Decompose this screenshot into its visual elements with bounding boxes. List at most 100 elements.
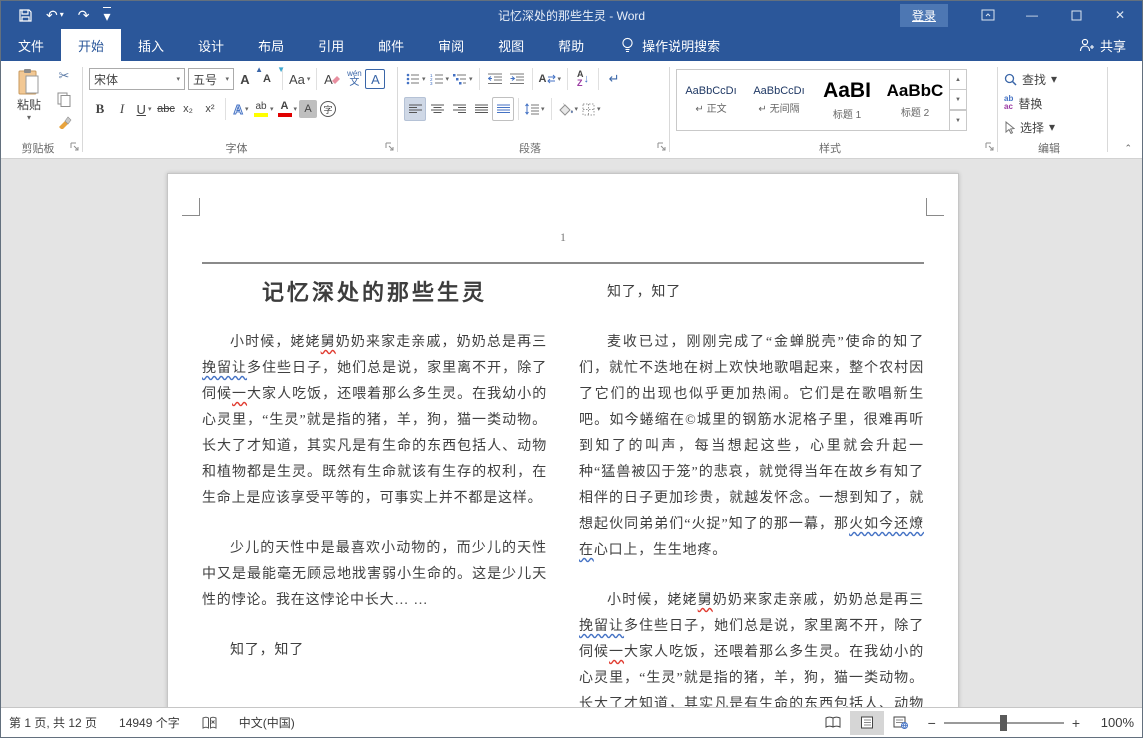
style-heading1[interactable]: AaBI 标题 1 bbox=[813, 70, 881, 130]
maximize-icon[interactable] bbox=[1054, 1, 1098, 29]
document-workspace: 1 记忆深处的那些生灵 小时候，姥姥舅奶奶来家走亲戚，奶奶总是再三挽留让多住些日… bbox=[1, 159, 1142, 708]
tab-design[interactable]: 设计 bbox=[181, 29, 241, 61]
select-button[interactable]: 选择▾ bbox=[1004, 116, 1104, 138]
word-window: ↶▾ ↷ ▾ 记忆深处的那些生灵 - Word 登录 — ✕ 文件 开始 插入 … bbox=[0, 0, 1143, 738]
page-indicator[interactable]: 第 1 页, 共 12 页 bbox=[9, 714, 97, 731]
underline-button[interactable]: U▾ bbox=[133, 97, 155, 121]
font-name-combo[interactable]: 宋体▾ bbox=[89, 68, 185, 90]
distribute-button[interactable] bbox=[492, 97, 514, 121]
paragraph-group: ▾ 123▾ ▾ A▾ AZ↓ ↵ bbox=[398, 61, 670, 158]
change-case-button[interactable]: Aa▾ bbox=[287, 67, 312, 91]
share-button[interactable]: 共享 bbox=[1063, 29, 1142, 61]
align-center-button[interactable] bbox=[426, 97, 448, 121]
tab-mailings[interactable]: 邮件 bbox=[361, 29, 421, 61]
column-left[interactable]: 记忆深处的那些生灵 小时候，姥姥舅奶奶来家走亲戚，奶奶总是再三挽留让多住些日子，… bbox=[202, 280, 547, 688]
window-controls: 登录 — ✕ bbox=[900, 1, 1142, 29]
paragraph: 知了，知了 bbox=[202, 638, 547, 664]
phonetic-guide-button[interactable]: wén 文 bbox=[343, 67, 365, 91]
print-layout-icon[interactable] bbox=[850, 711, 884, 735]
shading-button[interactable]: ▾ bbox=[556, 97, 581, 121]
replace-button[interactable]: abac 替换 bbox=[1004, 92, 1104, 114]
styles-scroll-down-icon[interactable]: ▼ bbox=[950, 90, 966, 110]
numbering-button[interactable]: 123▾ bbox=[428, 67, 452, 91]
zoom-in-button[interactable]: + bbox=[1072, 715, 1080, 731]
line-spacing-button[interactable]: ▾ bbox=[523, 97, 547, 121]
text-effects-button[interactable]: A▾ bbox=[230, 97, 252, 121]
bold-button[interactable]: B bbox=[89, 97, 111, 121]
save-icon[interactable] bbox=[19, 9, 32, 22]
align-right-button[interactable] bbox=[448, 97, 470, 121]
ribbon-display-options-icon[interactable] bbox=[966, 1, 1010, 29]
document-page[interactable]: 1 记忆深处的那些生灵 小时候，姥姥舅奶奶来家走亲戚，奶奶总是再三挽留让多住些日… bbox=[167, 173, 959, 708]
tab-home[interactable]: 开始 bbox=[61, 29, 121, 61]
tab-view[interactable]: 视图 bbox=[481, 29, 541, 61]
tab-references[interactable]: 引用 bbox=[301, 29, 361, 61]
tell-me-search[interactable]: 操作说明搜索 bbox=[607, 29, 734, 61]
clear-formatting-button[interactable]: A bbox=[321, 67, 343, 91]
styles-more-icon[interactable]: ▼ bbox=[950, 110, 966, 130]
undo-button[interactable]: ↶▾ bbox=[46, 8, 64, 22]
column-right[interactable]: 知了，知了 麦收已过，刚刚完成了“金蝉脱壳”使命的知了们，就忙不迭地在树上欢快地… bbox=[579, 280, 924, 708]
web-layout-icon[interactable] bbox=[884, 711, 918, 735]
copy-icon[interactable] bbox=[53, 89, 75, 109]
styles-dialog-launcher-icon[interactable] bbox=[985, 138, 994, 156]
tab-review[interactable]: 审阅 bbox=[421, 29, 481, 61]
sort-button[interactable]: AZ↓ bbox=[572, 67, 594, 91]
tab-file[interactable]: 文件 bbox=[1, 29, 61, 61]
clipboard-icon bbox=[17, 68, 41, 96]
font-color-button[interactable]: A▾ bbox=[276, 97, 300, 121]
tab-insert[interactable]: 插入 bbox=[121, 29, 181, 61]
word-count[interactable]: 14949 个字 bbox=[119, 714, 180, 731]
grow-font-button[interactable]: A▲ bbox=[234, 67, 256, 91]
language-indicator[interactable]: 中文(中国) bbox=[239, 714, 295, 731]
strikethrough-button[interactable]: abc bbox=[155, 97, 177, 121]
character-shading-button[interactable]: A bbox=[299, 100, 317, 118]
align-left-button[interactable] bbox=[404, 97, 426, 121]
subscript-button[interactable]: x₂ bbox=[177, 97, 199, 121]
bullets-button[interactable]: ▾ bbox=[404, 67, 428, 91]
cut-icon[interactable]: ✂ bbox=[53, 66, 75, 86]
minimize-icon[interactable]: — bbox=[1010, 1, 1054, 29]
font-size-combo[interactable]: 五号▾ bbox=[188, 68, 234, 90]
find-button[interactable]: 查找▾ bbox=[1004, 68, 1104, 90]
paste-dropdown-icon[interactable]: ▾ bbox=[27, 113, 31, 122]
paste-button[interactable]: 粘贴 ▾ bbox=[7, 66, 51, 132]
shrink-font-button[interactable]: A▼ bbox=[256, 67, 278, 91]
borders-button[interactable]: ▾ bbox=[580, 97, 603, 121]
customize-qat-icon[interactable]: ▾ bbox=[103, 7, 110, 23]
paragraph-dialog-launcher-icon[interactable] bbox=[657, 138, 666, 156]
decrease-indent-button[interactable] bbox=[484, 67, 506, 91]
collapse-ribbon-icon[interactable]: ⌃ bbox=[1124, 143, 1132, 154]
increase-indent-button[interactable] bbox=[506, 67, 528, 91]
tabbar-spacer bbox=[734, 29, 1063, 61]
superscript-button[interactable]: x² bbox=[199, 97, 221, 121]
style-heading2[interactable]: AaBbC 标题 2 bbox=[881, 70, 949, 130]
style-normal[interactable]: AaBbCcDı ↵ 正文 bbox=[677, 70, 745, 130]
read-mode-icon[interactable] bbox=[816, 711, 850, 735]
enclose-characters-button[interactable]: 字 bbox=[317, 97, 339, 121]
font-dialog-launcher-icon[interactable] bbox=[385, 138, 394, 156]
tab-help[interactable]: 帮助 bbox=[541, 29, 601, 61]
zoom-percentage[interactable]: 100% bbox=[1090, 715, 1134, 730]
close-icon[interactable]: ✕ bbox=[1098, 1, 1142, 29]
paragraph: 小时候，姥姥舅奶奶来家走亲戚，奶奶总是再三挽留让多住些日子，她们总是说，家里离不… bbox=[579, 588, 924, 708]
asian-layout-button[interactable]: A▾ bbox=[537, 67, 563, 91]
redo-button[interactable]: ↷ bbox=[78, 8, 90, 22]
zoom-slider[interactable] bbox=[944, 722, 1064, 724]
text-highlight-button[interactable]: ab▾ bbox=[252, 97, 276, 121]
show-hide-marks-button[interactable]: ↵ bbox=[603, 67, 625, 91]
tab-layout[interactable]: 布局 bbox=[241, 29, 301, 61]
styles-scroll-up-icon[interactable]: ▲ bbox=[950, 70, 966, 90]
format-painter-icon[interactable] bbox=[53, 112, 75, 132]
justify-button[interactable] bbox=[470, 97, 492, 121]
character-border-button[interactable]: A bbox=[365, 69, 385, 89]
style-no-spacing[interactable]: AaBbCcDı ↵ 无间隔 bbox=[745, 70, 813, 130]
multilevel-list-button[interactable]: ▾ bbox=[451, 67, 475, 91]
proofing-status-icon[interactable] bbox=[202, 716, 217, 730]
zoom-out-button[interactable]: − bbox=[928, 715, 936, 731]
undo-dropdown-icon[interactable]: ▾ bbox=[60, 11, 64, 19]
zoom-slider-thumb[interactable] bbox=[1000, 715, 1007, 731]
sign-in-button[interactable]: 登录 bbox=[900, 4, 948, 27]
italic-button[interactable]: I bbox=[111, 97, 133, 121]
clipboard-dialog-launcher-icon[interactable] bbox=[70, 138, 79, 156]
